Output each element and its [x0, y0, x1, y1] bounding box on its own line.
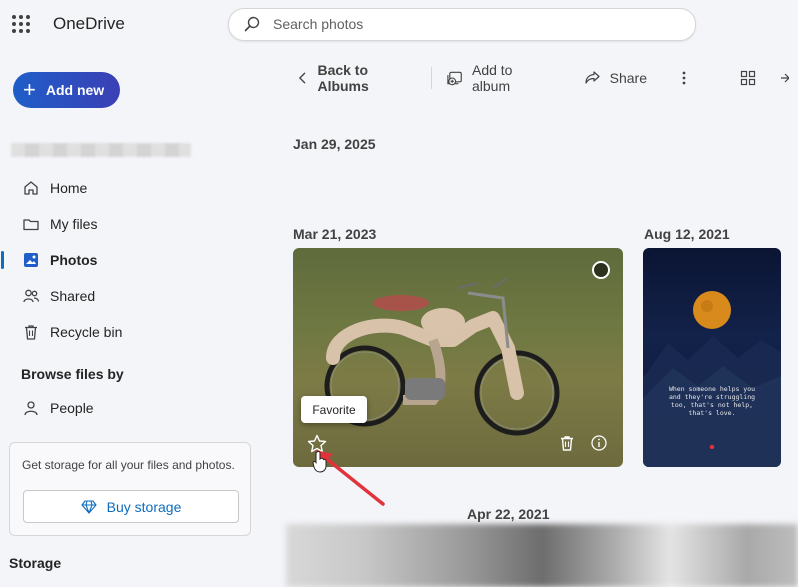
search-icon: [244, 16, 260, 32]
add-new-label: Add new: [45, 82, 105, 98]
storage-heading: Storage: [9, 555, 62, 571]
add-to-album-icon: [447, 71, 462, 86]
expand-button[interactable]: [779, 62, 798, 94]
sidebar-item-photos[interactable]: Photos: [0, 242, 260, 278]
browse-files-heading: Browse files by: [21, 366, 124, 382]
photos-icon: [24, 253, 38, 267]
share-label: Share: [609, 70, 647, 86]
sidebar-nav: Home My files Photos Shared Recycle bin: [0, 170, 260, 350]
expand-icon: [781, 73, 789, 83]
sidebar-item-shared[interactable]: Shared: [0, 278, 260, 314]
people-icon: [23, 289, 40, 303]
photo-thumbnail-moon-quote[interactable]: When someone helps you and they're strug…: [643, 248, 781, 467]
storage-promo-card: Get storage for all your files and photo…: [9, 442, 251, 536]
back-to-albums-button[interactable]: Back to Albums: [297, 62, 418, 94]
view-layout-button[interactable]: [740, 62, 765, 94]
moon-quote-text: When someone helps you and they're strug…: [668, 385, 756, 417]
date-group-heading: Mar 21, 2023: [293, 226, 377, 242]
folder-icon: [23, 219, 39, 231]
sidebar-item-label: Shared: [50, 288, 96, 304]
buy-storage-label: Buy storage: [106, 498, 182, 515]
select-checkbox[interactable]: [592, 261, 610, 279]
sidebar-item-label: People: [50, 400, 94, 416]
photo-row-blurred[interactable]: [286, 524, 798, 587]
add-to-album-label: Add to album: [471, 62, 513, 94]
date-group-heading: Apr 22, 2021: [467, 506, 550, 522]
chevron-left-icon: [298, 72, 306, 84]
buy-storage-button[interactable]: Buy storage: [23, 490, 239, 523]
back-to-albums-label: Back to Albums: [317, 62, 369, 94]
date-group-heading: Jan 29, 2025: [293, 136, 376, 152]
sidebar-item-recycle-bin[interactable]: Recycle bin: [0, 314, 260, 350]
share-button[interactable]: Share: [583, 62, 647, 94]
sidebar-item-my-files[interactable]: My files: [0, 206, 260, 242]
more-vertical-icon: [682, 71, 686, 85]
sidebar-item-label: My files: [50, 216, 98, 232]
share-icon: [585, 71, 600, 84]
search-input[interactable]: [271, 15, 675, 33]
hand-cursor-icon: [312, 451, 327, 473]
person-icon: [24, 401, 38, 416]
moon-photo-image: [643, 291, 781, 467]
more-options-button[interactable]: [681, 62, 696, 94]
photo-thumbnail-moped[interactable]: [293, 248, 623, 467]
search-bar[interactable]: [228, 8, 696, 41]
add-to-album-button[interactable]: Add to album: [446, 62, 551, 94]
home-icon: [24, 181, 38, 195]
delete-icon[interactable]: [558, 434, 576, 452]
favorite-tooltip: Favorite: [301, 396, 367, 423]
trash-icon: [25, 325, 37, 340]
account-name-redacted: [11, 143, 191, 157]
toolbar-divider: [430, 67, 432, 89]
sidebar-item-home[interactable]: Home: [0, 170, 260, 206]
info-icon[interactable]: [590, 434, 608, 452]
grid-view-icon: [740, 70, 756, 86]
sidebar-item-label: Recycle bin: [50, 324, 123, 340]
add-new-button[interactable]: + Add new: [13, 72, 120, 108]
app-launcher-icon[interactable]: [12, 15, 30, 33]
sidebar-item-label: Home: [50, 180, 88, 196]
storage-promo-text: Get storage for all your files and photo…: [22, 458, 235, 472]
date-group-heading: Aug 12, 2021: [644, 226, 730, 242]
diamond-icon: [81, 499, 97, 514]
app-title: OneDrive: [53, 14, 125, 33]
command-bar: Back to Albums Add to album Share: [297, 62, 798, 94]
plus-icon: +: [23, 77, 36, 102]
sidebar-item-label: Photos: [50, 252, 98, 268]
sidebar-item-people[interactable]: People: [0, 390, 260, 426]
